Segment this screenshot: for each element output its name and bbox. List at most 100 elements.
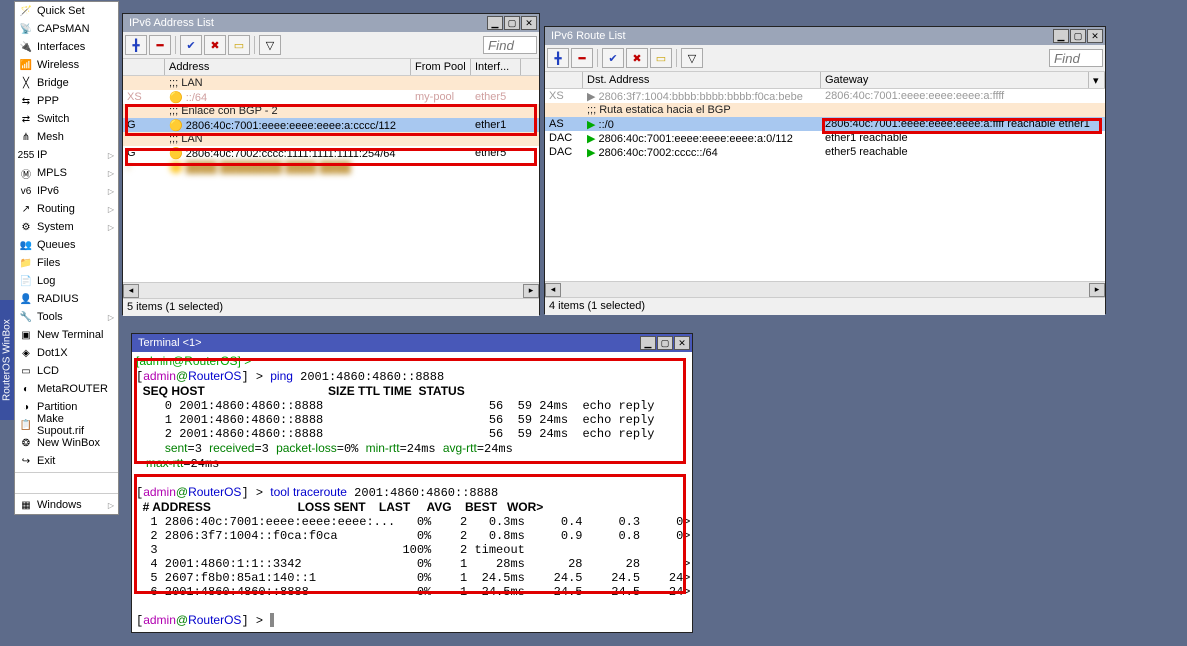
close-icon[interactable]: ✕ — [521, 16, 537, 30]
table-row[interactable]: DAC▶ 2806:40c:7002:cccc::/64ether5 reach… — [545, 145, 1105, 159]
table-comment-row[interactable]: ;;; LAN — [123, 76, 539, 90]
minimize-icon[interactable]: ▁ — [1053, 29, 1069, 43]
filter-button[interactable]: ▽ — [681, 48, 703, 68]
sidebar-item-switch[interactable]: ⇄Switch — [15, 110, 118, 128]
minimize-icon[interactable]: ▁ — [487, 16, 503, 30]
disable-button[interactable]: ✖ — [626, 48, 648, 68]
table-row[interactable]: AS▶ ::/02806:40c:7001:eeee:eeee:eeee:a:f… — [545, 117, 1105, 131]
table-header: Dst. Address Gateway ▾ — [545, 71, 1105, 89]
sidebar-item-mesh[interactable]: ⋔Mesh — [15, 128, 118, 146]
sidebar-item-mpls[interactable]: ⓂMPLS▷ — [15, 164, 118, 182]
table-row[interactable]: G🟡 2806:40c:7001:eeee:eeee:eeee:a:cccc/1… — [123, 118, 539, 132]
sidebar-item-lcd[interactable]: ▭LCD — [15, 362, 118, 380]
sidebar-item-routing[interactable]: ↗Routing▷ — [15, 200, 118, 218]
window-title: IPv6 Address List — [125, 17, 486, 29]
table-row[interactable]: XS▶ 2806:3f7:1004:bbbb:bbbb:bbbb:f0ca:be… — [545, 89, 1105, 103]
sidebar-item-tools[interactable]: 🔧Tools▷ — [15, 308, 118, 326]
sidebar-item-ip[interactable]: 255IP▷ — [15, 146, 118, 164]
table-row[interactable]: DAC▶ 2806:40c:7001:eeee:eeee:eeee:a:0/11… — [545, 131, 1105, 145]
col-address[interactable]: Address — [165, 59, 411, 75]
submenu-arrow-icon: ▷ — [108, 313, 114, 322]
sidebar-item-dot1x[interactable]: ◈Dot1X — [15, 344, 118, 362]
find-input[interactable] — [1049, 49, 1103, 67]
table-row[interactable]: XS🟡 ::/64my-poolether5 — [123, 90, 539, 104]
sidebar-item-capsman[interactable]: 📡CAPsMAN — [15, 20, 118, 38]
col-dst[interactable]: Dst. Address — [583, 72, 821, 88]
sidebar-item-bridge[interactable]: ╳Bridge — [15, 74, 118, 92]
col-interface[interactable]: Interf... — [471, 59, 521, 75]
sidebar-item-exit[interactable]: ↪Exit — [15, 452, 118, 470]
menu-icon: ▭ — [19, 364, 33, 378]
table-comment-row[interactable]: ;;; Ruta estatica hacia el BGP — [545, 103, 1105, 117]
comment-button[interactable]: ▭ — [650, 48, 672, 68]
sidebar-item-label: Interfaces — [37, 41, 85, 53]
sidebar-item-interfaces[interactable]: 🔌Interfaces — [15, 38, 118, 56]
scroll-right-icon[interactable]: ▸ — [1089, 283, 1105, 297]
add-button[interactable]: ╋ — [125, 35, 147, 55]
sidebar-item-log[interactable]: 📄Log — [15, 272, 118, 290]
enable-button[interactable]: ✔ — [180, 35, 202, 55]
find-input[interactable] — [483, 36, 537, 54]
titlebar[interactable]: Terminal <1> ▁ ▢ ✕ — [132, 334, 692, 352]
ipv6-route-window: IPv6 Route List ▁ ▢ ✕ ╋ ━ ✔ ✖ ▭ ▽ Dst. A… — [544, 26, 1106, 314]
menu-icon: 📁 — [19, 256, 33, 270]
scroll-left-icon[interactable]: ◂ — [545, 283, 561, 297]
remove-button[interactable]: ━ — [149, 35, 171, 55]
ipv6-address-window: IPv6 Address List ▁ ▢ ✕ ╋ ━ ✔ ✖ ▭ ▽ Addr… — [122, 13, 540, 315]
close-icon[interactable]: ✕ — [674, 336, 690, 350]
sidebar-item-ppp[interactable]: ⇆PPP — [15, 92, 118, 110]
sidebar-item-system[interactable]: ⚙System▷ — [15, 218, 118, 236]
terminal-output[interactable]: [admin@RouterOS] > [admin@RouterOS] > pi… — [132, 352, 692, 632]
sidebar-item-label: Windows — [37, 499, 82, 511]
col-gateway[interactable]: Gateway — [821, 72, 1089, 88]
maximize-icon[interactable]: ▢ — [657, 336, 673, 350]
sidebar-item-make-supout.rif[interactable]: 📋Make Supout.rif — [15, 416, 118, 434]
comment-button[interactable]: ▭ — [228, 35, 250, 55]
main-sidebar: 🪄Quick Set📡CAPsMAN🔌Interfaces📶Wireless╳B… — [14, 1, 119, 515]
route-table-body: XS▶ 2806:3f7:1004:bbbb:bbbb:bbbb:f0ca:be… — [545, 89, 1105, 281]
col-frompool[interactable]: From Pool — [411, 59, 471, 75]
submenu-arrow-icon: ▷ — [108, 169, 114, 178]
menu-icon: ↪ — [19, 454, 33, 468]
table-comment-row[interactable]: ;;; Enlace con BGP - 2 — [123, 104, 539, 118]
table-row[interactable]: G🟡 2806:40c:7002:cccc:1111:1111:1111:254… — [123, 146, 539, 160]
sidebar-item-queues[interactable]: 👥Queues — [15, 236, 118, 254]
menu-icon: ◑ — [19, 400, 33, 414]
menu-icon: ▣ — [19, 328, 33, 342]
status-bar: 4 items (1 selected) — [545, 297, 1105, 315]
close-icon[interactable]: ✕ — [1087, 29, 1103, 43]
sidebar-item-windows[interactable]: ▦Windows▷ — [15, 496, 118, 514]
toolbar: ╋ ━ ✔ ✖ ▭ ▽ — [545, 45, 1105, 71]
enable-button[interactable]: ✔ — [602, 48, 624, 68]
disable-button[interactable]: ✖ — [204, 35, 226, 55]
table-comment-row[interactable]: ;;; LAN — [123, 132, 539, 146]
comment-text: ;;; Enlace con BGP - 2 — [165, 105, 282, 117]
menu-icon: Ⓜ — [19, 166, 33, 180]
add-button[interactable]: ╋ — [547, 48, 569, 68]
sidebar-item-radius[interactable]: 👤RADIUS — [15, 290, 118, 308]
sidebar-item-ipv6[interactable]: v6IPv6▷ — [15, 182, 118, 200]
sidebar-item-label: Quick Set — [37, 5, 85, 17]
titlebar[interactable]: IPv6 Route List ▁ ▢ ✕ — [545, 27, 1105, 45]
maximize-icon[interactable]: ▢ — [1070, 29, 1086, 43]
scroll-left-icon[interactable]: ◂ — [123, 284, 139, 298]
sidebar-item-new-terminal[interactable]: ▣New Terminal — [15, 326, 118, 344]
remove-button[interactable]: ━ — [571, 48, 593, 68]
scroll-right-icon[interactable]: ▸ — [523, 284, 539, 298]
sidebar-item-quick-set[interactable]: 🪄Quick Set — [15, 2, 118, 20]
menu-icon: 👥 — [19, 238, 33, 252]
sidebar-item-label: Switch — [37, 113, 69, 125]
sidebar-item-files[interactable]: 📁Files — [15, 254, 118, 272]
menu-icon: 👤 — [19, 292, 33, 306]
minimize-icon[interactable]: ▁ — [640, 336, 656, 350]
sidebar-item-wireless[interactable]: 📶Wireless — [15, 56, 118, 74]
maximize-icon[interactable]: ▢ — [504, 16, 520, 30]
sidebar-item-label: PPP — [37, 95, 59, 107]
window-title: IPv6 Route List — [547, 30, 1052, 42]
window-title: Terminal <1> — [134, 337, 639, 349]
filter-button[interactable]: ▽ — [259, 35, 281, 55]
table-row-blurred: I🟡 ████ ████████ ████ ████ — [123, 160, 539, 174]
sidebar-item-metarouter[interactable]: ◐MetaROUTER — [15, 380, 118, 398]
submenu-arrow-icon: ▷ — [108, 187, 114, 196]
titlebar[interactable]: IPv6 Address List ▁ ▢ ✕ — [123, 14, 539, 32]
